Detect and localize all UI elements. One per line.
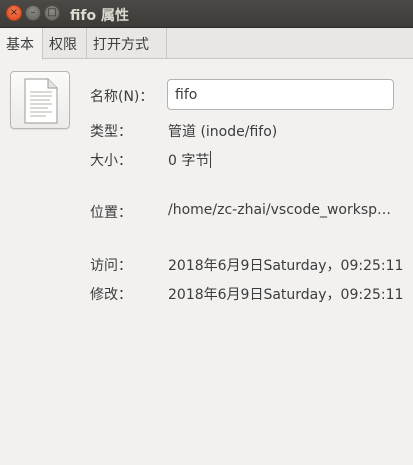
title-bar[interactable]: × – □ fifo 属性 <box>0 0 413 28</box>
maximize-icon: □ <box>47 7 57 18</box>
tab-bar: 基本 权限 打开方式 <box>0 28 413 60</box>
name-label: 名称(N)： <box>90 89 154 105</box>
modified-value[interactable]: 2018年6月9日Saturday，09:25:11 <box>168 284 403 304</box>
size-value[interactable]: 0 字节 <box>168 153 209 169</box>
tab-open-with[interactable]: 打开方式 <box>87 28 167 59</box>
type-value: 管道 (inode/fifo) <box>168 124 278 140</box>
maximize-button[interactable]: □ <box>44 5 60 21</box>
accessed-label: 访问： <box>90 258 132 274</box>
type-label: 类型： <box>90 124 132 140</box>
document-icon <box>24 78 58 124</box>
size-label: 大小： <box>90 153 132 169</box>
text-cursor <box>210 151 212 168</box>
name-input[interactable] <box>167 79 394 110</box>
tab-basic[interactable]: 基本 <box>0 28 43 60</box>
location-value[interactable]: /home/zc-zhai/vscode_worksp… <box>168 202 391 218</box>
size-value-row: 0 字节 <box>168 150 212 170</box>
properties-dialog: × – □ fifo 属性 基本 权限 打开方式 名称(N)： fifo 类型：… <box>0 0 413 465</box>
window-title: fifo 属性 <box>70 8 129 24</box>
minimize-icon: – <box>30 7 36 18</box>
accessed-value[interactable]: 2018年6月9日Saturday，09:25:11 <box>168 255 403 275</box>
location-label: 位置： <box>90 205 132 221</box>
close-icon: × <box>9 7 19 18</box>
close-button[interactable]: × <box>6 5 22 21</box>
tab-permissions[interactable]: 权限 <box>43 28 87 59</box>
text-file-icon[interactable] <box>10 71 70 129</box>
modified-label: 修改： <box>90 287 132 303</box>
minimize-button[interactable]: – <box>25 5 41 21</box>
